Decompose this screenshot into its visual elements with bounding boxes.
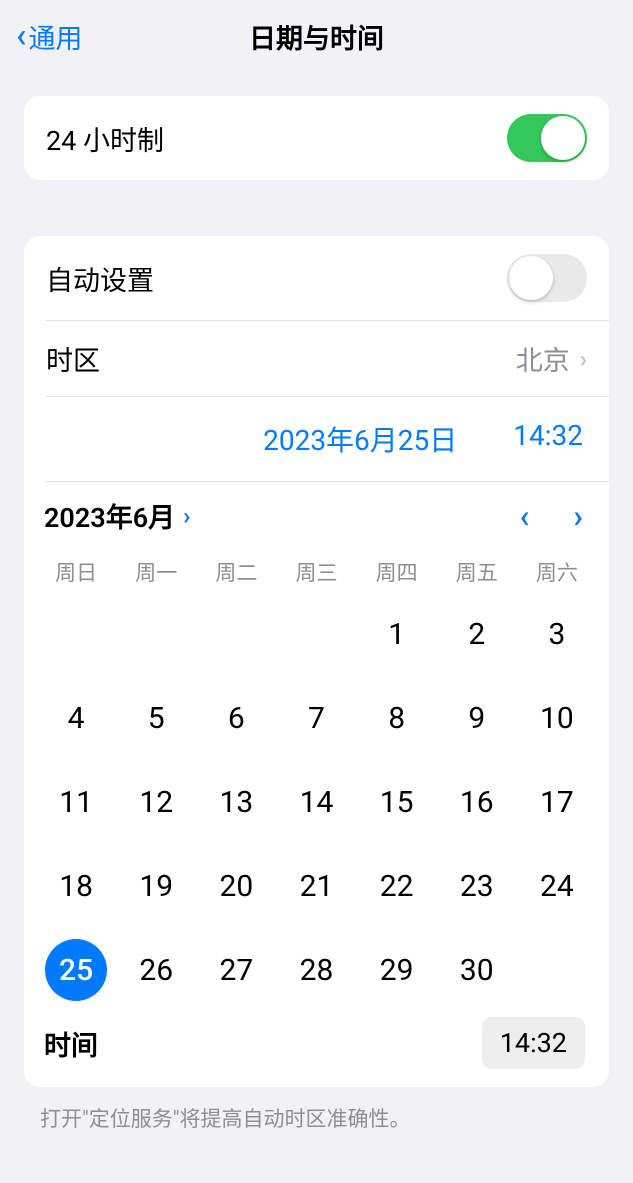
day-cell[interactable]: 24 [517, 847, 597, 925]
timezone-label: 时区 [46, 339, 100, 378]
hour-24-label: 24 小时制 [46, 119, 164, 158]
day-cell[interactable]: 22 [357, 847, 437, 925]
month-label: 2023年6月 [44, 496, 175, 535]
weekday-label: 周二 [196, 557, 276, 587]
day-cell[interactable]: 10 [517, 679, 597, 757]
day-cell[interactable]: 16 [437, 763, 517, 841]
auto-set-label: 自动设置 [46, 259, 154, 298]
selected-time-display[interactable]: 14:32 [513, 419, 583, 459]
day-cell[interactable]: 30 [437, 931, 517, 1009]
day-cell[interactable]: 26 [116, 931, 196, 1009]
hour-24-row: 24 小时制 [24, 96, 609, 180]
chevron-right-icon: › [183, 502, 190, 530]
time-label: 时间 [44, 1024, 98, 1063]
day-cell[interactable]: 12 [116, 763, 196, 841]
day-cell[interactable]: 8 [357, 679, 437, 757]
day-empty [276, 595, 356, 673]
page-title: 日期与时间 [249, 17, 384, 56]
day-cell[interactable]: 1 [357, 595, 437, 673]
chevron-right-icon: › [580, 345, 587, 373]
day-cell[interactable]: 28 [276, 931, 356, 1009]
weekday-label: 周五 [437, 557, 517, 587]
toggle-knob [509, 256, 553, 300]
weekday-label: 周日 [36, 557, 116, 587]
timezone-row[interactable]: 时区 北京 › [24, 321, 609, 396]
weekday-label: 周六 [517, 557, 597, 587]
day-empty [36, 595, 116, 673]
day-cell[interactable]: 2 [437, 595, 517, 673]
day-cell[interactable]: 23 [437, 847, 517, 925]
day-cell[interactable]: 21 [276, 847, 356, 925]
next-month-button[interactable]: › [573, 497, 583, 535]
auto-set-row: 自动设置 [24, 236, 609, 320]
day-cell[interactable]: 18 [36, 847, 116, 925]
prev-month-button[interactable]: ‹ [519, 497, 529, 535]
back-label: 通用 [28, 17, 82, 56]
chevron-left-icon: ‹ [16, 19, 26, 53]
weekday-label: 周四 [357, 557, 437, 587]
day-cell[interactable]: 19 [116, 847, 196, 925]
footer-note: 打开"定位服务"将提高自动时区准确性。 [0, 1087, 633, 1149]
day-cell[interactable]: 20 [196, 847, 276, 925]
day-cell[interactable]: 17 [517, 763, 597, 841]
auto-set-toggle[interactable] [507, 254, 587, 302]
day-cell[interactable]: 14 [276, 763, 356, 841]
day-cell[interactable]: 15 [357, 763, 437, 841]
day-cell[interactable]: 11 [36, 763, 116, 841]
day-cell[interactable]: 13 [196, 763, 276, 841]
month-picker-button[interactable]: 2023年6月 › [44, 496, 190, 535]
time-value: 14:32 [500, 1027, 567, 1059]
toggle-knob [541, 116, 585, 160]
day-cell[interactable]: 6 [196, 679, 276, 757]
back-button[interactable]: ‹ 通用 [0, 17, 82, 56]
day-empty [196, 595, 276, 673]
day-cell[interactable]: 3 [517, 595, 597, 673]
timezone-value: 北京 [516, 339, 570, 378]
day-cell[interactable]: 29 [357, 931, 437, 1009]
day-empty [116, 595, 196, 673]
day-cell[interactable]: 27 [196, 931, 276, 1009]
day-cell[interactable]: 4 [36, 679, 116, 757]
time-picker-button[interactable]: 14:32 [482, 1017, 585, 1069]
hour-24-toggle[interactable] [507, 114, 587, 162]
day-cell[interactable]: 7 [276, 679, 356, 757]
weekday-label: 周一 [116, 557, 196, 587]
day-cell[interactable]: 9 [437, 679, 517, 757]
weekday-label: 周三 [276, 557, 356, 587]
day-cell[interactable]: 25 [36, 931, 116, 1009]
selected-date-display[interactable]: 2023年6月25日 [263, 419, 457, 459]
day-cell[interactable]: 5 [116, 679, 196, 757]
